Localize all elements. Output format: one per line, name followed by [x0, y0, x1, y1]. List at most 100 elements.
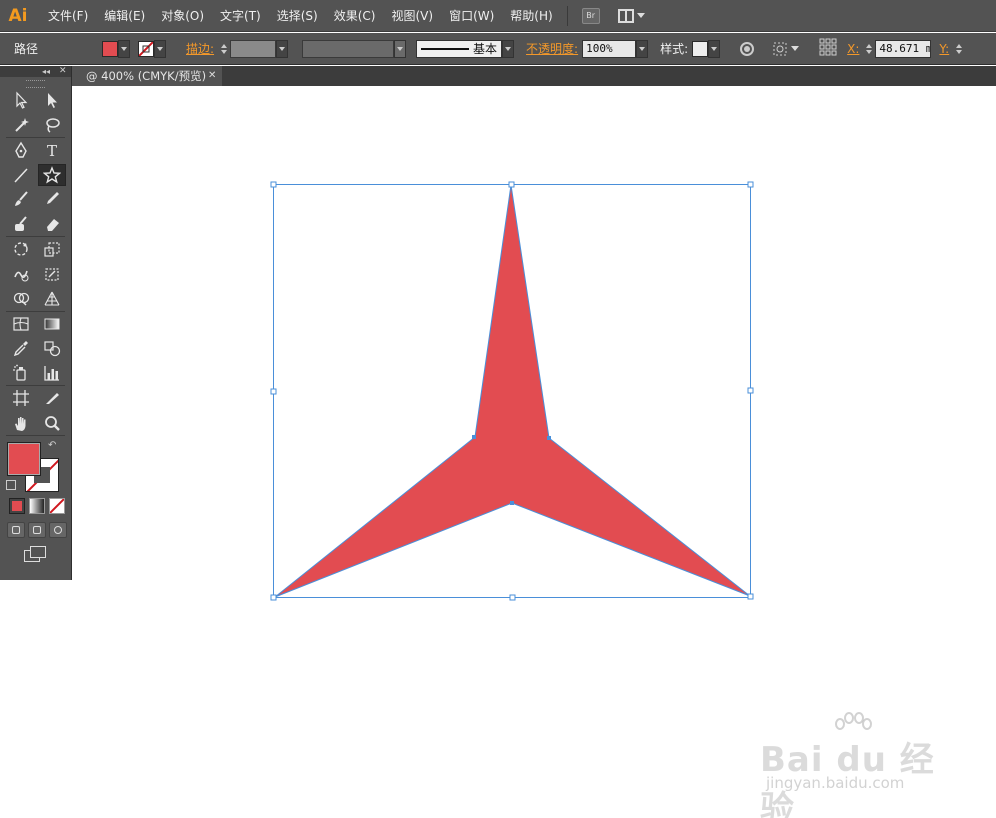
draw-inside-button[interactable] — [49, 522, 67, 538]
tool-symbol-sprayer[interactable] — [7, 362, 35, 384]
tool-eyedropper[interactable] — [7, 337, 35, 359]
tool-star[interactable] — [38, 163, 66, 186]
menu-bar: Ai 文件(F) 编辑(E) 对象(O) 文字(T) 选择(S) 效果(C) 视图(V) 窗口… — [0, 0, 996, 32]
stroke-weight-input[interactable] — [230, 39, 277, 58]
stroke-label[interactable]: 描边: — [186, 40, 214, 57]
isolate-object-button[interactable] — [772, 41, 800, 57]
panel-grip[interactable] — [26, 80, 45, 88]
x-label[interactable]: X: — [847, 42, 859, 56]
screen-mode-icon[interactable] — [24, 546, 46, 562]
tool-blob-brush[interactable] — [7, 213, 35, 235]
handle-top-center[interactable] — [508, 181, 515, 188]
tool-direct-selection[interactable] — [38, 89, 66, 111]
swap-fill-stroke-icon[interactable]: ↶ — [48, 440, 56, 451]
handle-top-right[interactable] — [747, 181, 754, 188]
tool-selection-arrow[interactable] — [7, 89, 35, 111]
default-fill-stroke-icon[interactable] — [6, 480, 16, 490]
handle-bottom-left[interactable] — [270, 594, 277, 601]
variable-width-profile[interactable] — [302, 39, 395, 58]
stroke-weight-stepper[interactable] — [218, 40, 230, 58]
handle-middle-left[interactable] — [270, 388, 277, 395]
menu-item-1[interactable]: 编辑(E) — [96, 0, 153, 32]
three-point-star-shape[interactable] — [274, 184, 751, 598]
fill-dropdown-button[interactable] — [118, 39, 130, 58]
stroke-none-swatch[interactable] — [138, 40, 154, 57]
draw-normal-button[interactable] — [7, 522, 25, 538]
tool-hand[interactable] — [7, 412, 35, 434]
opacity-dropdown[interactable] — [636, 39, 649, 58]
tool-free-transform[interactable] — [38, 263, 66, 285]
brush-definition-dropdown[interactable] — [502, 39, 515, 58]
menu-item-3[interactable]: 文字(T) — [212, 0, 269, 32]
tool-pen[interactable] — [7, 139, 35, 161]
handle-middle-right[interactable] — [747, 387, 754, 394]
tool-magic-wand[interactable] — [7, 114, 35, 136]
graphic-style-dropdown[interactable] — [708, 39, 721, 58]
canvas[interactable]: Bai du 经验 jingyan.baidu.com — [0, 86, 996, 818]
tool-eraser[interactable] — [38, 213, 66, 235]
fill-color-picker[interactable] — [102, 39, 130, 58]
color-mode-button[interactable] — [9, 498, 25, 514]
tool-mesh[interactable] — [7, 313, 35, 335]
menu-item-0[interactable]: 文件(F) — [40, 0, 96, 32]
close-icon[interactable]: ✕ — [59, 66, 67, 77]
variable-width-dropdown[interactable] — [394, 39, 407, 58]
opacity-label[interactable]: 不透明度: — [526, 40, 578, 57]
graphic-style-swatch[interactable] — [692, 40, 709, 57]
x-stepper[interactable] — [863, 40, 875, 58]
menu-item-4[interactable]: 选择(S) — [269, 0, 326, 32]
anchor-point[interactable] — [472, 435, 476, 439]
tool-artboard[interactable] — [7, 387, 35, 409]
tool-rotate[interactable] — [7, 238, 35, 260]
stroke-dropdown-button[interactable] — [154, 39, 166, 58]
tools-panel: ◂◂ ✕ T ↶ — [0, 66, 72, 580]
tool-warp[interactable] — [7, 263, 35, 285]
tools-panel-header[interactable]: ◂◂ ✕ — [0, 66, 71, 77]
brush-definition-field[interactable]: 基本 — [416, 39, 503, 58]
y-stepper[interactable] — [953, 40, 965, 58]
menu-item-2[interactable]: 对象(O) — [153, 0, 212, 32]
gradient-mode-button[interactable] — [29, 498, 45, 514]
draw-behind-button[interactable] — [28, 522, 46, 538]
tool-shape-builder[interactable] — [7, 287, 35, 309]
fill-swatch[interactable] — [102, 40, 118, 57]
tool-pencil[interactable] — [38, 188, 66, 210]
tool-scale[interactable] — [38, 238, 66, 260]
eyedropper-icon — [13, 341, 28, 357]
handle-bottom-center[interactable] — [509, 594, 516, 601]
menu-item-5[interactable]: 效果(C) — [326, 0, 384, 32]
handle-bottom-right[interactable] — [747, 593, 754, 600]
recolor-artwork-icon[interactable] — [740, 41, 755, 56]
menu-item-8[interactable]: 帮助(H) — [502, 0, 560, 32]
y-label[interactable]: Y: — [939, 42, 949, 56]
handle-top-left[interactable] — [270, 181, 277, 188]
menu-item-6[interactable]: 视图(V) — [383, 0, 441, 32]
stroke-color-picker[interactable] — [138, 39, 166, 58]
tool-perspective-grid[interactable] — [38, 287, 66, 309]
workspace-switcher-button[interactable] — [617, 8, 645, 23]
menu-item-7[interactable]: 窗口(W) — [441, 0, 502, 32]
artboard[interactable] — [0, 86, 996, 818]
tool-slice[interactable] — [38, 387, 66, 409]
anchor-point[interactable] — [547, 436, 551, 440]
tool-line-segment[interactable] — [7, 164, 35, 186]
tool-gradient[interactable] — [38, 313, 66, 335]
fill-stroke-control[interactable]: ↶ — [0, 436, 71, 494]
stroke-weight-dropdown[interactable] — [276, 39, 289, 58]
opacity-input[interactable]: 100% — [582, 39, 637, 58]
tool-type[interactable]: T — [38, 139, 66, 161]
fill-color-swatch[interactable] — [7, 442, 41, 476]
x-input[interactable]: 48.671 mm — [875, 39, 932, 58]
none-mode-button[interactable] — [49, 498, 65, 514]
collapse-icon[interactable]: ◂◂ — [42, 66, 50, 77]
tool-blend[interactable] — [38, 337, 66, 359]
reference-point-icon[interactable] — [819, 38, 837, 59]
tool-zoom[interactable] — [38, 412, 66, 434]
close-icon[interactable]: ✕ — [208, 66, 216, 86]
bridge-button[interactable]: Br — [581, 7, 600, 24]
tool-column-graph[interactable] — [38, 362, 66, 384]
tool-lasso[interactable] — [38, 114, 66, 136]
anchor-point[interactable] — [510, 501, 514, 505]
document-tab[interactable]: @ 400% (CMYK/预览) ✕ — [72, 66, 222, 86]
tool-paintbrush[interactable] — [7, 188, 35, 210]
